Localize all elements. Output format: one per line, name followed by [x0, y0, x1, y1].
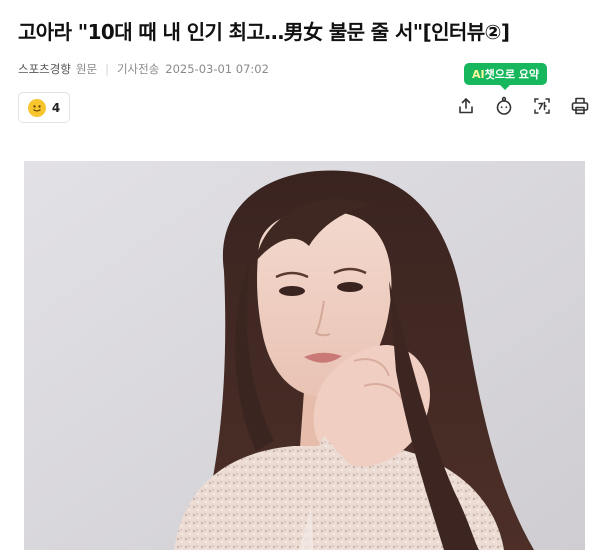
ai-chat-icon[interactable]: [493, 95, 515, 117]
published-label: 기사전송: [116, 62, 160, 76]
article-photo: [24, 161, 585, 550]
press-name[interactable]: 스포츠경향: [18, 61, 71, 77]
article-headline: 고아라 "10대 때 내 인기 최고…男女 불문 줄 서"[인터뷰②]: [18, 20, 510, 44]
article-meta: 스포츠경향 원문 | 기사전송 2025-03-01 07:02: [18, 61, 269, 77]
ai-label: AI: [472, 67, 485, 81]
ai-summary-tooltip[interactable]: AI 챗으로 요약: [464, 63, 548, 90]
print-icon[interactable]: [569, 95, 591, 117]
portrait-image: [24, 161, 585, 550]
published-time: 2025-03-01 07:02: [165, 62, 269, 76]
emoji-icon: [27, 98, 46, 117]
share-icon[interactable]: [455, 95, 477, 117]
text-size-icon[interactable]: [531, 95, 553, 117]
reaction-button[interactable]: 4: [18, 92, 70, 123]
original-article-link[interactable]: 원문: [76, 61, 97, 77]
article-toolbar: [455, 95, 591, 117]
reaction-count: 4: [51, 100, 61, 115]
ai-summary-text: 챗으로 요약: [484, 68, 540, 81]
meta-divider: |: [105, 62, 109, 76]
